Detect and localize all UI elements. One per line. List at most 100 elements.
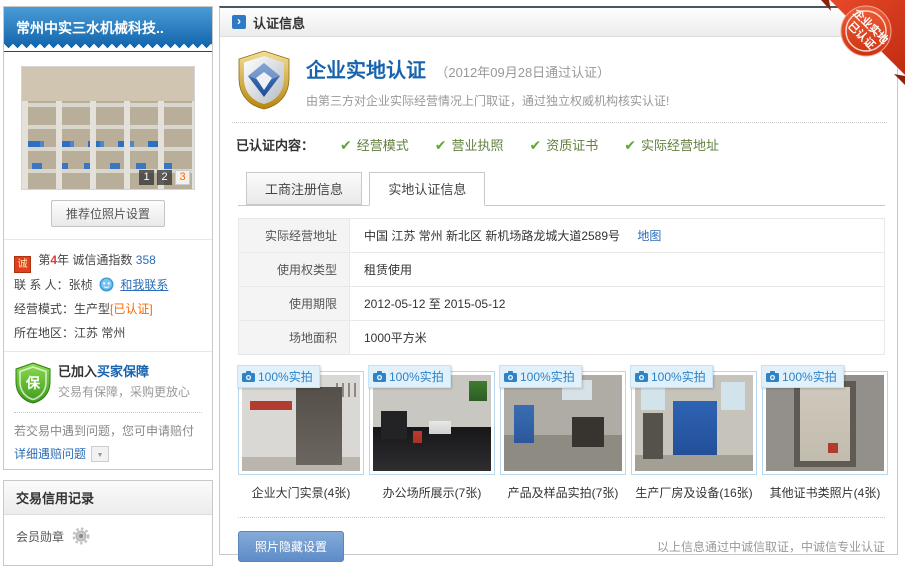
pager-3[interactable]: 3 [175,170,190,185]
panel-footer: 照片隐藏设置 以上信息通过中诚信取证，中诚信专业认证 [238,517,885,562]
pager-2[interactable]: 2 [157,170,172,185]
business-mode-row: 经营模式：生产型[已认证] [14,297,202,321]
camera-icon [373,371,386,382]
photo-hide-settings-button[interactable]: 照片隐藏设置 [238,531,344,562]
verified-item-address: 实际经营地址 [624,135,719,154]
cert-summary-section: 企业实地认证 （2012年09月28日通过认证） 由第三方对企业实际经营情况上门… [220,37,897,118]
office-photo [373,375,491,471]
certified-corner-ribbon: 企业实地 已认证 [817,0,905,88]
tab-business-registration[interactable]: 工商注册信息 [246,172,362,205]
camera-icon [242,371,255,382]
company-name: 常州中实三水机械科技.. [16,20,164,36]
address-value: 中国 江苏 常州 新北区 新机场路龙城大道2589号 [364,229,620,243]
photo-group-certificates[interactable]: 100%实拍 其他证书类照片(4张) [762,371,888,501]
year-prefix: 第 [38,253,50,267]
photo-group-factory[interactable]: 100%实拍 生产厂房及设备(16张) [631,371,757,501]
contact-me-link[interactable]: 和我联系 [120,278,168,292]
row-value: 2012-05-12 至 2015-05-12 [350,287,884,320]
certification-title: 认证信息 [253,13,305,32]
claim-detail-link[interactable]: 详细遇赔问题 [14,445,86,462]
photo-caption[interactable]: 生产厂房及设备(16张) [631,484,757,501]
cert-text-block: 企业实地认证 （2012年09月28日通过认证） 由第三方对企业实际经营情况上门… [306,50,669,110]
certification-panel: 认证信息 企业实地认证 （2012年09月28日通过认证） [219,6,898,555]
photo-caption[interactable]: 产品及样品实拍(7张) [500,484,626,501]
photo-frame: 100%实拍 [369,371,495,475]
contact-name: 张桢 [69,278,93,292]
row-label: 使用期限 [239,287,350,320]
row-value: 租赁使用 [350,253,884,286]
info-tabs: 工商注册信息 实地认证信息 [238,172,885,206]
photo-frame: 100%实拍 [762,371,888,475]
region-value: 江苏 常州 [74,326,125,340]
camera-icon [766,371,779,382]
guarantee-joined-label: 已加入 [58,364,97,379]
dotted-divider [14,412,202,413]
cert-pass-date: （2012年09月28日通过认证） [435,65,610,80]
map-link[interactable]: 地图 [637,229,661,243]
region-row: 所在地区：江苏 常州 [14,321,202,345]
mode-verified-badge[interactable]: [已认证] [110,302,153,316]
row-label: 实际经营地址 [239,219,350,252]
contact-label: 联 系 人： [14,278,69,292]
zigzag-divider [4,44,212,51]
real-shot-badge: 100%实拍 [761,365,844,388]
mode-label: 经营模式： [14,302,74,316]
real-shot-badge: 100%实拍 [237,365,320,388]
photo-group-office[interactable]: 100%实拍 办公场所展示(7张) [369,371,495,501]
check-icon [340,138,357,153]
credit-index-value[interactable]: 358 [136,253,156,267]
table-row: 场地面积 1000平方米 [239,321,884,354]
photo-pager: 1 2 3 [139,170,190,185]
pager-1[interactable]: 1 [139,170,154,185]
company-sidebar: 常州中实三水机械科技.. 1 2 3 推荐位照片设置 诚 第4年 诚信通指数 3… [3,6,213,470]
row-label: 场地面积 [239,321,350,354]
check-icon [624,138,641,153]
row-label: 使用权类型 [239,253,350,286]
company-name-header: 常州中实三水机械科技.. [4,7,212,52]
factory-photo [635,375,753,471]
company-photo-carousel[interactable]: 1 2 3 [21,66,195,190]
check-icon [530,138,547,153]
cert-description: 由第三方对企业实际经营情况上门取证，通过独立权威机构核实认证! [306,92,669,109]
contact-row: 联 系 人：张桢 和我联系 [14,273,202,297]
table-row: 实际经营地址 中国 江苏 常州 新北区 新机场路龙城大道2589号 地图 [239,219,884,253]
claim-tip: 若交易中遇到问题，您可申请赔付 [14,421,202,441]
guarantee-desc: 交易有保障，采购更放心 [58,382,190,402]
mode-value: 生产型 [74,302,110,316]
guarantee-shield-icon: 保 [14,362,52,404]
photo-caption[interactable]: 其他证书类照片(4张) [762,484,888,501]
recommend-photo-settings-button[interactable]: 推荐位照片设置 [51,200,165,227]
certification-header: 认证信息 [220,8,897,37]
photo-group-products[interactable]: 100%实拍 产品及样品实拍(7张) [500,371,626,501]
check-icon [435,138,452,153]
camera-icon [635,371,648,382]
photo-caption[interactable]: 企业大门实景(4张) [238,484,364,501]
wangwang-chat-icon[interactable] [99,277,114,292]
tab-site-certification[interactable]: 实地认证信息 [369,172,485,206]
claim-dropdown-toggle[interactable] [91,446,109,462]
page: 常州中实三水机械科技.. 1 2 3 推荐位照片设置 诚 第4年 诚信通指数 3… [0,0,905,568]
cert-type-title: 企业实地认证 [306,60,426,82]
credit-index-label: 诚信通指数 [72,253,132,267]
table-row: 使用期限 2012-05-12 至 2015-05-12 [239,287,884,321]
guarantee-shield-char: 保 [25,375,41,391]
real-shot-badge: 100%实拍 [499,365,582,388]
photo-caption[interactable]: 办公场所展示(7张) [369,484,495,501]
site-cert-shield-icon [236,50,292,110]
verified-item-qualification: 资质证书 [530,135,599,154]
products-photo [504,375,622,471]
buyer-guarantee-link[interactable]: 买家保障 [97,364,149,379]
chengxintong-icon: 诚 [14,256,31,273]
credit-year-row: 诚 第4年 诚信通指数 358 [14,248,202,273]
certified-photos-row: 100%实拍 企业大门实景(4张) 100%实拍 办公场所展示(7张) 100%… [238,371,887,501]
row-value: 中国 江苏 常州 新北区 新机场路龙城大道2589号 地图 [350,219,884,252]
member-medal-icon [72,527,90,545]
buyer-guarantee-section: 保 已加入买家保障 交易有保障，采购更放心 若交易中遇到问题，您可申请赔付 详细… [4,351,212,470]
real-shot-badge: 100%实拍 [368,365,451,388]
photo-group-gate[interactable]: 100%实拍 企业大门实景(4张) [238,371,364,501]
camera-icon [504,371,517,382]
guarantee-text: 已加入买家保障 交易有保障，采购更放心 [52,362,190,402]
verified-content-label: 已认证内容： [236,135,314,154]
site-cert-table: 实际经营地址 中国 江苏 常州 新北区 新机场路龙城大道2589号 地图 使用权… [238,218,885,355]
verified-item-license: 营业执照 [435,135,504,154]
